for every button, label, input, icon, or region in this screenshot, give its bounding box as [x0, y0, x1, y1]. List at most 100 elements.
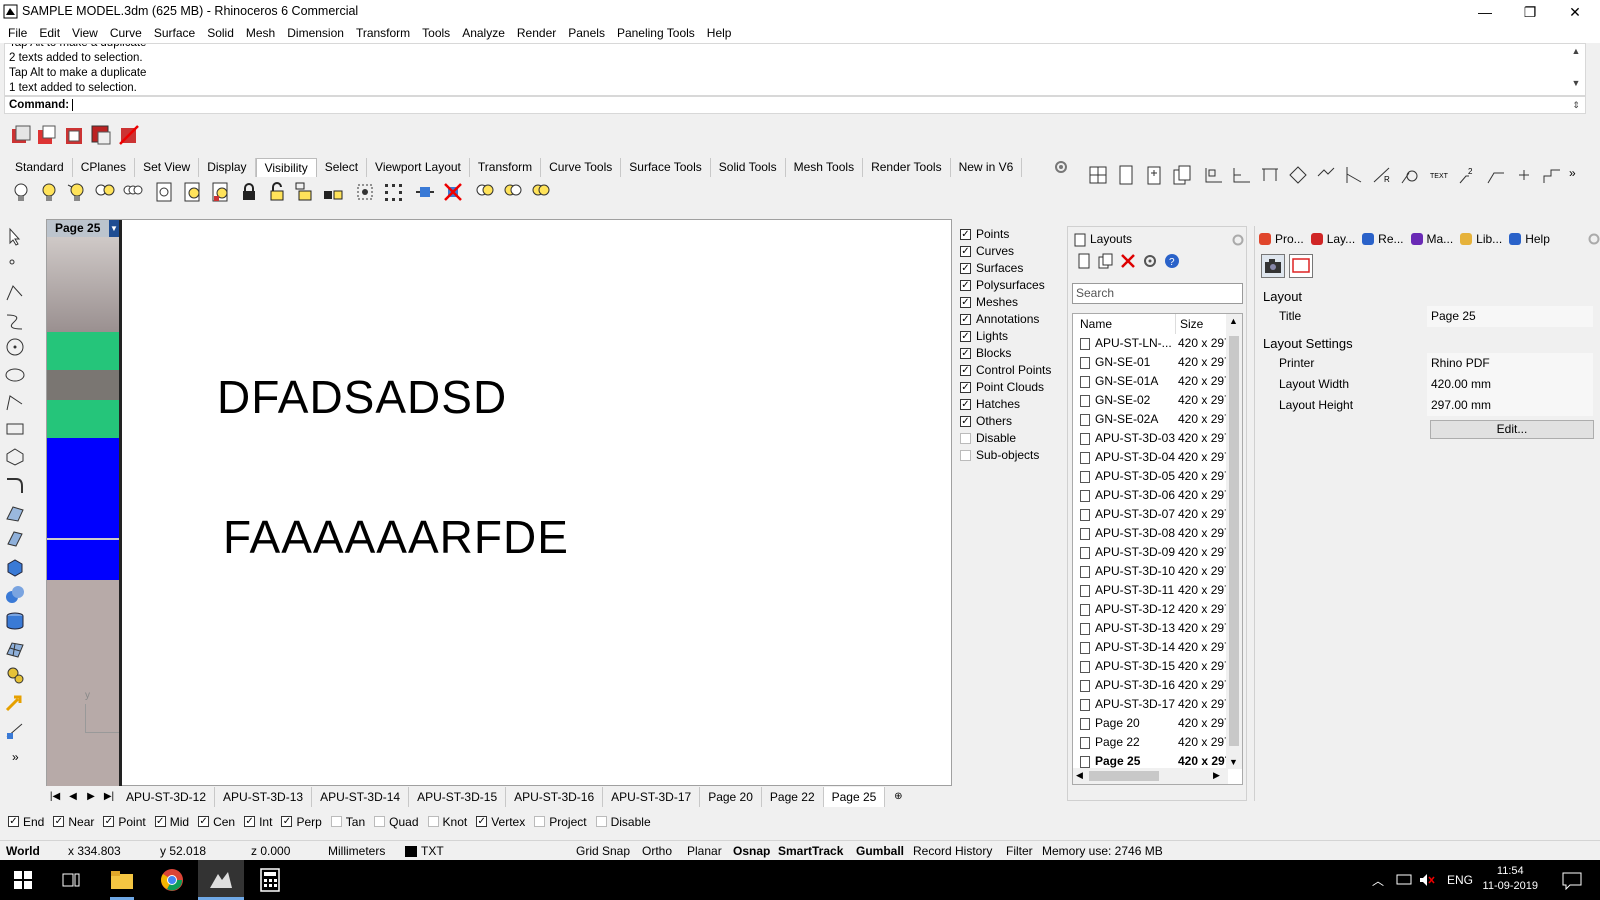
layout-row[interactable]: Page 20 420 x 297 [1073, 714, 1242, 733]
circle-icon[interactable] [4, 336, 26, 358]
layout-properties-gear-icon[interactable] [1142, 253, 1158, 269]
layout-row[interactable]: APU-ST-3D-12 420 x 297 [1073, 600, 1242, 619]
checkbox[interactable]: ✓ [8, 816, 19, 827]
filter-disable[interactable]: Disable [958, 430, 1058, 447]
layout-viewport[interactable]: Page 25 ▼ DFADSADSD FAAAAAARFDE y [46, 219, 952, 786]
scroll-up-icon[interactable]: ▲ [1569, 46, 1583, 56]
tab-surface-tools[interactable]: Surface Tools [621, 158, 711, 177]
show-in-detail-icon[interactable] [182, 181, 204, 203]
unisolate-icon[interactable] [442, 181, 464, 203]
status-layer[interactable]: TXT [421, 841, 444, 861]
prop-height-value[interactable]: 297.00 mm [1427, 395, 1593, 416]
extrude-icon[interactable] [4, 528, 26, 550]
copy-layout-icon[interactable] [1098, 253, 1114, 269]
layout-row[interactable]: APU-ST-3D-05 420 x 297 [1073, 467, 1242, 486]
dim-rotated-icon[interactable] [1259, 164, 1281, 186]
new-layout-icon[interactable] [1115, 164, 1137, 186]
checkbox[interactable]: ✓ [960, 246, 971, 257]
checkbox[interactable]: ✓ [244, 816, 256, 827]
checkbox[interactable] [960, 433, 971, 444]
layout-row[interactable]: APU-ST-3D-07 420 x 297 [1073, 505, 1242, 524]
minimize-button[interactable]: — [1462, 0, 1508, 24]
column-size[interactable]: Size [1175, 314, 1203, 334]
page-tab[interactable]: APU-ST-3D-14 [312, 787, 410, 807]
windows-start-icon[interactable] [14, 871, 32, 889]
checkbox[interactable] [374, 816, 386, 827]
checkbox[interactable]: ✓ [960, 382, 971, 393]
menu-paneling-tools[interactable]: Paneling Tools [611, 24, 701, 43]
mesh-icon[interactable] [4, 638, 26, 660]
text-icon[interactable]: TEXT [1429, 164, 1451, 186]
dimension-icon[interactable] [4, 720, 26, 742]
add-page-icon[interactable]: ⊕ [889, 787, 907, 807]
page-icon[interactable] [1289, 254, 1313, 278]
polyline-icon[interactable] [4, 282, 26, 304]
tab-new-in-v6[interactable]: New in V6 [951, 158, 1023, 177]
menu-curve[interactable]: Curve [104, 24, 148, 43]
dim-linear-icon[interactable] [1203, 164, 1225, 186]
tab-cplanes[interactable]: CPlanes [73, 158, 136, 177]
task-view-icon[interactable] [62, 871, 80, 889]
grid-snap-toggle[interactable]: Grid Snap [576, 841, 630, 861]
panel-tab-render[interactable]: Re... [1358, 229, 1406, 249]
checkbox[interactable]: ✓ [960, 229, 971, 240]
show-selected-detail-icon[interactable] [210, 181, 232, 203]
viewport-title[interactable]: Page 25 ▼ [47, 220, 119, 237]
transform-gear-icon[interactable] [4, 664, 26, 686]
new-layout-icon[interactable] [1076, 253, 1092, 269]
more-icon[interactable]: » [1569, 166, 1576, 180]
osnap-perp[interactable]: ✓ Perp [279, 812, 322, 832]
close-button[interactable]: ✕ [1552, 0, 1598, 24]
checkbox[interactable]: ✓ [53, 816, 65, 827]
filter-hatches[interactable]: ✓ Hatches [958, 396, 1058, 413]
panel-tab-props[interactable]: Pro... [1255, 229, 1307, 249]
layout-row[interactable]: APU-ST-3D-08 420 x 297 [1073, 524, 1242, 543]
lightbulb-pair-all-icon[interactable] [530, 181, 552, 203]
dim-diameter-icon[interactable]: R [1371, 164, 1393, 186]
layout-row[interactable]: APU-ST-3D-04 420 x 297 [1073, 448, 1242, 467]
menu-edit[interactable]: Edit [33, 24, 66, 43]
checkbox[interactable]: ✓ [154, 816, 166, 827]
osnap-disable[interactable]: Disable [594, 812, 651, 832]
status-cplane[interactable]: World [6, 841, 40, 861]
filter-meshes[interactable]: ✓ Meshes [958, 294, 1058, 311]
filter-lights[interactable]: ✓ Lights [958, 328, 1058, 345]
page-tab[interactable]: Page 22 [762, 787, 824, 807]
move-icon[interactable] [4, 692, 26, 714]
gumball-toggle[interactable]: Gumball [856, 841, 904, 861]
gear-icon[interactable] [1587, 232, 1600, 246]
chevron-down-icon[interactable]: ▼ [109, 220, 119, 237]
layout-row[interactable]: APU-ST-3D-06 420 x 297 [1073, 486, 1242, 505]
smarttrack-toggle[interactable]: SmartTrack [778, 841, 843, 861]
ellipse-icon[interactable] [4, 364, 26, 386]
tab-viewport-layout[interactable]: Viewport Layout [367, 158, 470, 177]
vertical-scrollbar[interactable]: ▲ ▼ [1226, 314, 1242, 769]
edit-button[interactable]: Edit... [1430, 420, 1594, 439]
layout-row[interactable]: GN-SE-02A 420 x 297 [1073, 410, 1242, 429]
volume-muted-icon[interactable] [1418, 872, 1436, 888]
layout-row[interactable]: APU-ST-3D-10 420 x 297 [1073, 562, 1242, 581]
menu-surface[interactable]: Surface [148, 24, 201, 43]
checkbox[interactable] [595, 816, 607, 827]
language-indicator[interactable]: ENG [1447, 873, 1473, 887]
panel-tab-help[interactable]: Help [1505, 229, 1553, 249]
lock-icon[interactable] [238, 181, 260, 203]
unlock-selected-icon[interactable] [294, 181, 316, 203]
layout-row[interactable]: APU-ST-3D-09 420 x 297 [1073, 543, 1242, 562]
dim-angle-icon[interactable] [1287, 164, 1309, 186]
menu-dimension[interactable]: Dimension [281, 24, 350, 43]
next-page-icon[interactable]: ▶ [82, 787, 100, 807]
boolean-icon[interactable] [4, 584, 26, 606]
lightbulb-pair-alt-icon[interactable] [502, 181, 524, 203]
lightbulb-hide-icon[interactable] [10, 181, 32, 203]
prev-page-icon[interactable]: ◀ [64, 787, 82, 807]
camera-icon[interactable] [1261, 254, 1285, 278]
leader-icon[interactable]: 2 [1457, 164, 1479, 186]
notifications-icon[interactable] [1562, 872, 1582, 890]
delete-icon[interactable] [1120, 253, 1136, 269]
menu-help[interactable]: Help [701, 24, 738, 43]
polygon-icon[interactable] [4, 446, 26, 468]
layout-row[interactable]: Page 22 420 x 297 [1073, 733, 1242, 752]
checkbox[interactable]: ✓ [960, 314, 971, 325]
osnap-cen[interactable]: ✓ Cen [196, 812, 235, 832]
